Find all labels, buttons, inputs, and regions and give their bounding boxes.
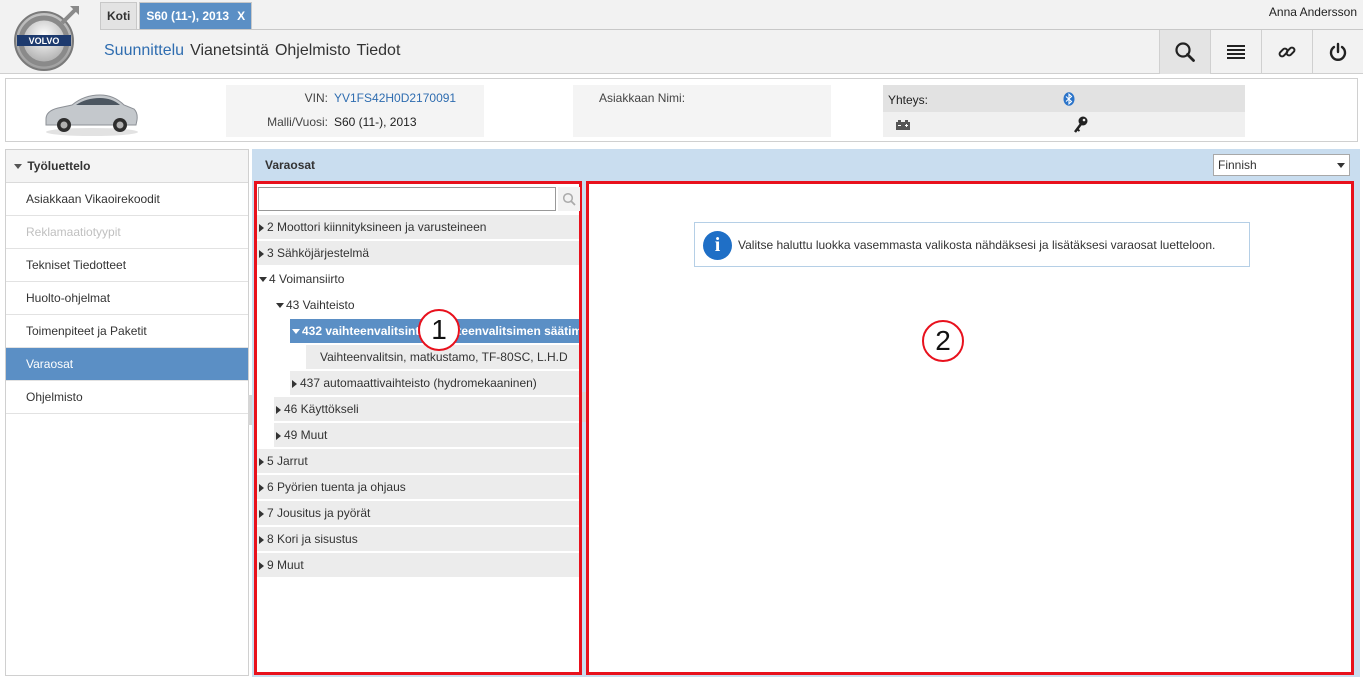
vin-label: VIN: <box>304 91 328 105</box>
info-message-text: Valitse haluttu luokka vasemmasta valiko… <box>738 238 1216 252</box>
expand-icon <box>259 561 264 570</box>
expand-icon <box>276 431 281 440</box>
nav-suunnittelu[interactable]: Suunnittelu <box>104 42 184 60</box>
connection-label: Yhteys: <box>888 93 929 107</box>
svg-text:VOLVO: VOLVO <box>29 36 60 46</box>
toolbar <box>1159 30 1363 74</box>
search-button[interactable] <box>1159 30 1210 74</box>
sidebar-item-claim-types: Reklamaatiotyypit <box>6 216 248 249</box>
info-icon: i <box>703 231 732 260</box>
content-title: Varaosat <box>265 158 316 172</box>
sidebar-header[interactable]: Työluettelo <box>6 150 248 183</box>
expand-icon <box>259 535 264 544</box>
category-tree-panel: 2 Moottori kiinnityksineen ja varusteine… <box>254 181 586 675</box>
tree-node[interactable]: 9 Muut <box>257 552 579 578</box>
nav-vianetsinta[interactable]: Vianetsintä <box>190 42 269 60</box>
key-icon <box>1073 116 1089 137</box>
vin-box: VIN: YV1FS42H0D2170091 Malli/Vuosi: S60 … <box>226 85 484 137</box>
nav-tiedot[interactable]: Tiedot <box>357 42 401 60</box>
sidebar-item-operations-packages[interactable]: Toimenpiteet ja Paketit <box>6 315 248 348</box>
power-button[interactable] <box>1312 30 1363 74</box>
model-value: S60 (11-), 2013 <box>334 115 417 129</box>
expand-icon <box>259 483 264 492</box>
collapse-icon <box>292 329 300 335</box>
tree-search <box>258 187 580 211</box>
tab-home[interactable]: Koti <box>100 2 138 29</box>
expand-icon <box>292 379 297 388</box>
link-button[interactable] <box>1261 30 1312 74</box>
tree-node[interactable]: 3 Sähköjärjestelmä <box>257 240 579 266</box>
connection-box: Yhteys: <box>883 85 1245 137</box>
tree-node[interactable]: 8 Kori ja sisustus <box>257 526 579 552</box>
tree-node[interactable]: 5 Jarrut <box>257 448 579 474</box>
sidebar-item-software[interactable]: Ohjelmisto <box>6 381 248 414</box>
search-input[interactable] <box>258 187 556 211</box>
battery-icon <box>895 119 911 134</box>
customer-label: Asiakkaan Nimi: <box>599 91 686 105</box>
tree-node[interactable]: 49 Muut <box>257 422 579 448</box>
search-submit-button[interactable] <box>558 187 580 211</box>
model-label: Malli/Vuosi: <box>267 115 328 129</box>
car-image <box>40 87 140 137</box>
tree-node[interactable]: 437 automaattivaihteisto (hydromekaanine… <box>257 370 579 396</box>
language-select-value: Finnish <box>1218 158 1257 172</box>
tab-vehicle[interactable]: S60 (11-), 2013 X <box>139 2 253 30</box>
work-list-sidebar: Työluettelo Asiakkaan Vikaoirekoodit Rek… <box>5 149 249 676</box>
tab-bar: Koti S60 (11-), 2013 X <box>100 2 254 30</box>
category-tree: 2 Moottori kiinnityksineen ja varusteine… <box>257 214 579 578</box>
link-icon <box>1278 46 1296 58</box>
sidebar-item-customer-codes[interactable]: Asiakkaan Vikaoirekoodit <box>6 183 248 216</box>
app-header: VOLVO Koti S60 (11-), 2013 X Anna Anderss… <box>0 0 1363 74</box>
collapse-icon <box>259 277 267 283</box>
sidebar-item-technical-bulletins[interactable]: Tekniset Tiedotteet <box>6 249 248 282</box>
sidebar-title: Työluettelo <box>27 159 91 173</box>
vehicle-info-bar: VIN: YV1FS42H0D2170091 Malli/Vuosi: S60 … <box>5 78 1358 142</box>
chevron-down-icon <box>1337 163 1345 168</box>
expand-icon <box>259 509 264 518</box>
search-icon <box>562 192 576 206</box>
tree-node[interactable]: 46 Käyttökseli <box>257 396 579 422</box>
main-nav: Suunnittelu Vianetsintä Ohjelmisto Tiedo… <box>104 42 406 60</box>
collapse-icon <box>14 164 22 170</box>
expand-icon <box>276 405 281 414</box>
callout-1: 1 <box>418 309 460 351</box>
sidebar-item-service-programs[interactable]: Huolto-ohjelmat <box>6 282 248 315</box>
power-icon <box>1329 42 1347 61</box>
bluetooth-icon <box>1063 92 1075 109</box>
expand-icon <box>259 457 264 466</box>
tree-node[interactable]: 6 Pyörien tuenta ja ohjaus <box>257 474 579 500</box>
tree-node[interactable]: 43 Vaihteisto <box>257 292 579 318</box>
search-icon <box>1175 42 1195 62</box>
tree-node[interactable]: 4 Voimansiirto <box>257 266 579 292</box>
tree-node[interactable]: 7 Jousitus ja pyörät <box>257 500 579 526</box>
expand-icon <box>259 223 264 232</box>
vin-value[interactable]: YV1FS42H0D2170091 <box>334 91 456 105</box>
user-name[interactable]: Anna Andersson <box>1269 5 1357 19</box>
info-message: i Valitse haluttu luokka vasemmasta vali… <box>694 222 1250 267</box>
sidebar-item-parts[interactable]: Varaosat <box>6 348 248 381</box>
language-select[interactable]: Finnish <box>1213 154 1350 176</box>
tab-close-button[interactable]: X <box>237 3 245 30</box>
list-button[interactable] <box>1210 30 1261 74</box>
customer-box: Asiakkaan Nimi: <box>573 85 831 137</box>
collapse-icon <box>276 303 284 309</box>
nav-ohjelmisto[interactable]: Ohjelmisto <box>275 42 351 60</box>
tab-vehicle-label: S60 (11-), 2013 <box>146 9 230 23</box>
parts-content: Varaosat Finnish 2 Moottori kiinnityksin… <box>252 149 1360 677</box>
tree-node[interactable]: 2 Moottori kiinnityksineen ja varusteine… <box>257 214 579 240</box>
callout-2: 2 <box>922 320 964 362</box>
tree-leaf[interactable]: Vaihteenvalitsin, matkustamo, TF-80SC, L… <box>257 344 579 370</box>
parts-detail-panel: i Valitse haluttu luokka vasemmasta vali… <box>586 181 1354 675</box>
expand-icon <box>259 249 264 258</box>
list-icon <box>1227 45 1245 59</box>
volvo-logo[interactable]: VOLVO <box>10 3 82 73</box>
